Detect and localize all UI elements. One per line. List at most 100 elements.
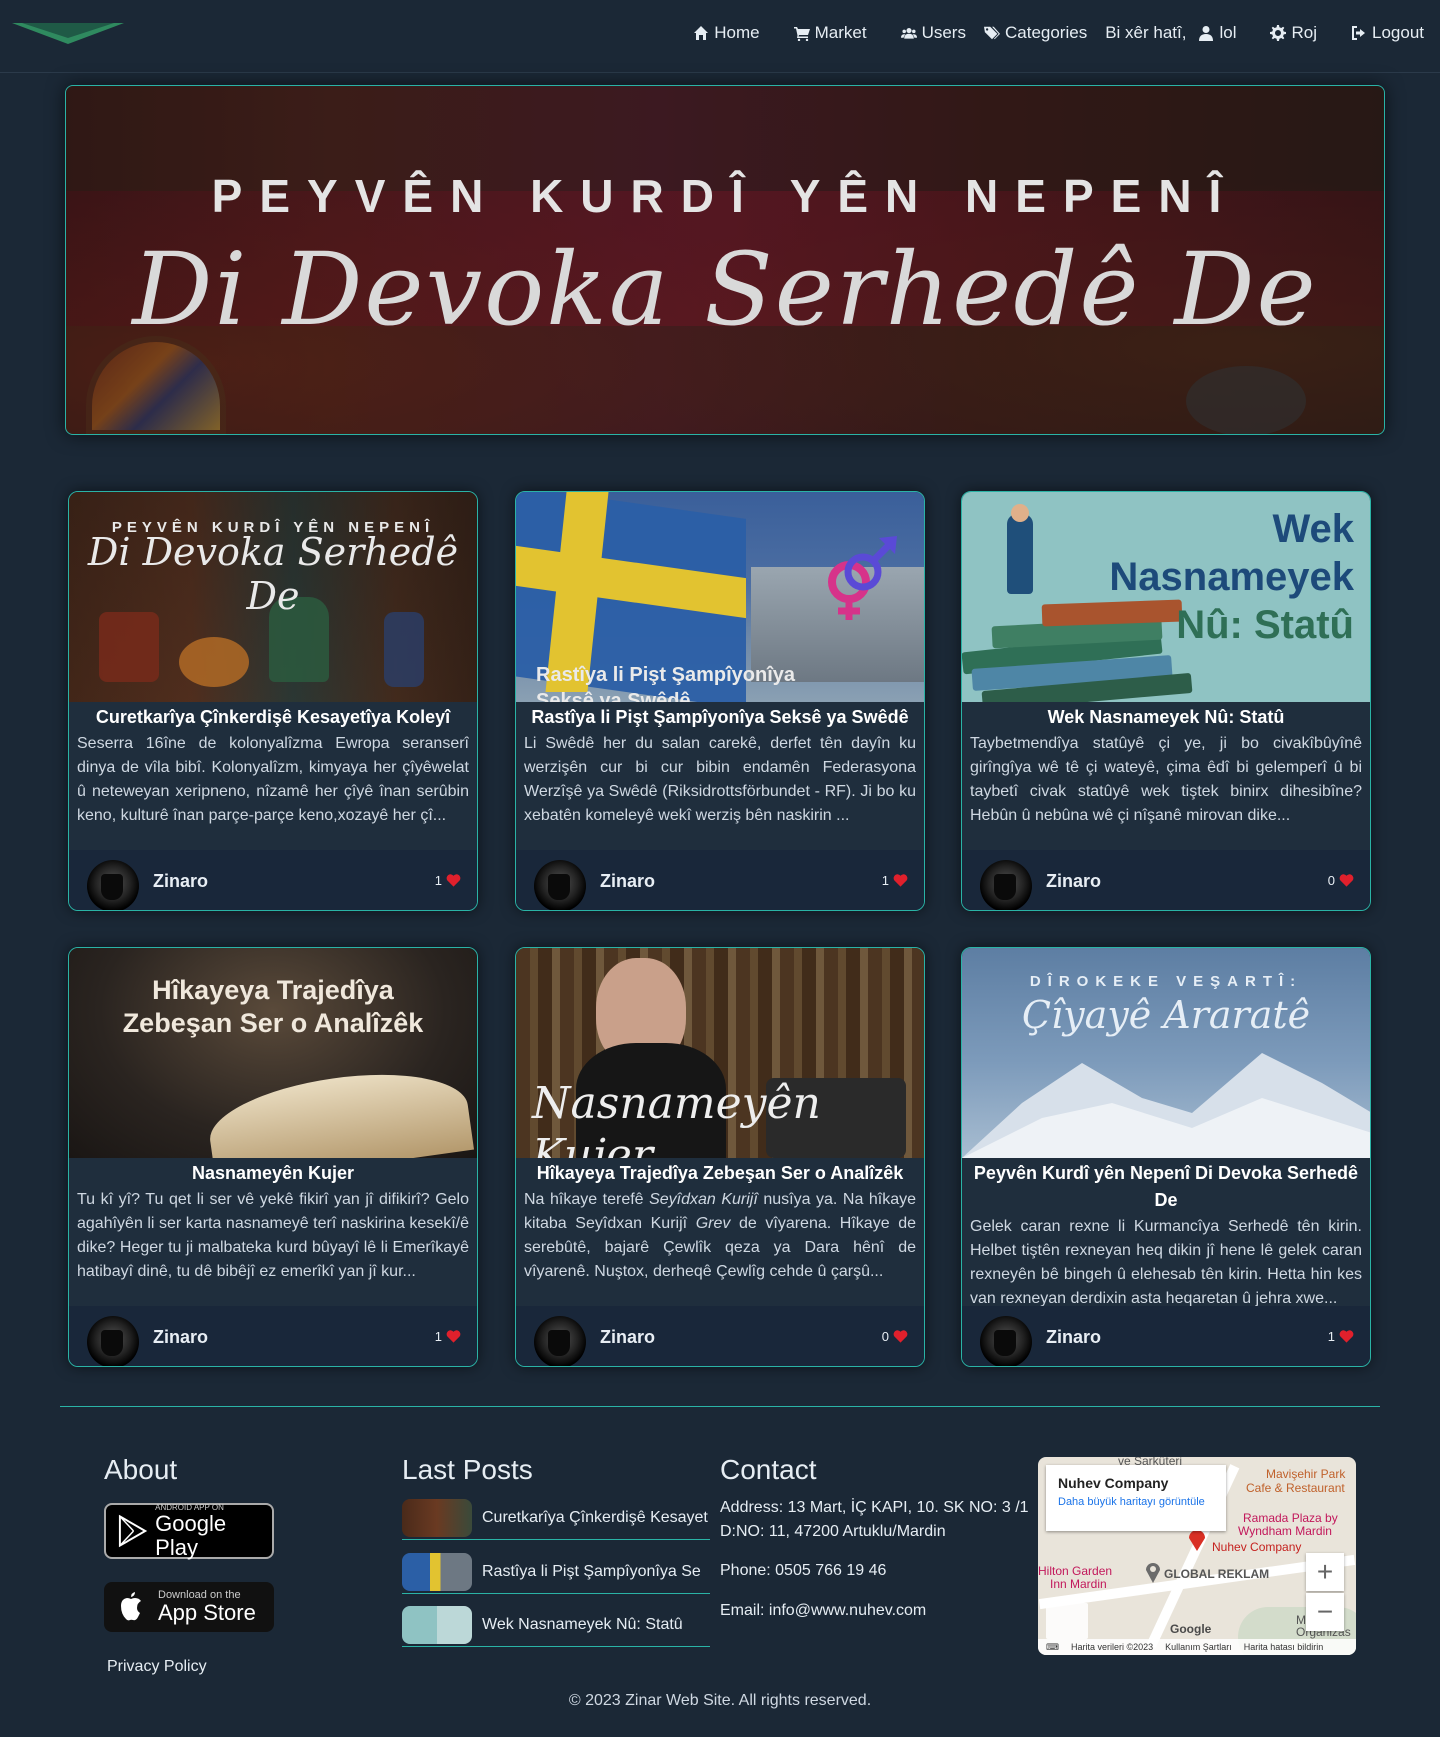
- card-image-script: Kujer: [532, 1130, 653, 1158]
- last-post-item[interactable]: Rastîya li Pişt Şampîyonîya Se: [402, 1550, 710, 1594]
- map-terms-link[interactable]: Kullanım Şartları: [1165, 1642, 1232, 1652]
- card-image-caption: Hîkayeya Trajedîya: [152, 975, 394, 1005]
- post-title[interactable]: Nasnameyên Kujer: [69, 1160, 477, 1187]
- gear-icon: [1270, 25, 1287, 41]
- post-excerpt: Na hîkaye terefê Seyîdxan Kurijî nusîya …: [524, 1188, 916, 1284]
- post-author[interactable]: Zinaro: [1046, 871, 1101, 892]
- nav-market[interactable]: Market: [793, 23, 867, 43]
- map-report-link[interactable]: Harita hatası bildirin: [1244, 1642, 1324, 1652]
- post-excerpt: Gelek caran rexne li Kurmancîya Serhedê …: [970, 1218, 1362, 1307]
- privacy-policy-link[interactable]: Privacy Policy: [107, 1658, 207, 1676]
- google-play-icon: [118, 1514, 148, 1548]
- decoration: [179, 637, 249, 687]
- like-count: 0: [881, 1328, 889, 1344]
- post-card-image[interactable]: Rastîya li Pişt Şampîyonîya Seksê ya Swê…: [516, 492, 924, 702]
- tags-icon: [983, 26, 1000, 40]
- post-card-image[interactable]: PEYVÊN KURDÎ YÊN NEPENÎ Di Devoka Serhed…: [69, 492, 477, 702]
- post-author[interactable]: Zinaro: [153, 871, 208, 892]
- nav-logout-label: Logout: [1372, 23, 1424, 42]
- post-card-image[interactable]: Wek Nasnameyek Nû: Statû: [962, 492, 1370, 702]
- nav-day-label: Roj: [1291, 23, 1317, 42]
- like-count: 1: [881, 872, 889, 888]
- last-post-item[interactable]: Curetkarîya Çînkerdişê Kesayet: [402, 1496, 710, 1540]
- post-title[interactable]: Peyvên Kurdî yên Nepenî Di Devoka Serhed…: [962, 1160, 1370, 1214]
- like-button[interactable]: 0: [1328, 873, 1354, 888]
- post-card[interactable]: Wek Nasnameyek Nû: Statû Wek Nasnameyek …: [961, 491, 1371, 911]
- hero-banner: PEYVÊN KURDÎ YÊN NEPENÎ Di Devoka Serhed…: [65, 85, 1385, 435]
- post-card-image[interactable]: Nasnameyên Kujer: [516, 948, 924, 1158]
- nav-categories[interactable]: Categories: [983, 23, 1087, 43]
- heart-icon: [446, 874, 461, 887]
- post-card-image[interactable]: DÎROKEKE VEŞARTÎ: Çîyayê Araratê: [962, 948, 1370, 1158]
- contact-email[interactable]: Email: info@www.nuhev.com: [720, 1599, 1030, 1623]
- zoom-out-button[interactable]: −: [1306, 1593, 1344, 1631]
- card-image-caption: Rastîya li Pişt Şampîyonîya: [536, 664, 795, 686]
- post-footer: Zinaro 1: [962, 1306, 1370, 1366]
- like-count: 0: [1327, 872, 1335, 888]
- avatar[interactable]: [87, 1316, 139, 1366]
- post-card[interactable]: Nasnameyên Kujer Hîkayeya Trajedîya Zebe…: [515, 947, 925, 1367]
- like-button[interactable]: 1: [1328, 1329, 1354, 1344]
- site-logo[interactable]: [12, 20, 124, 50]
- post-title[interactable]: Hîkayeya Trajedîya Zebeşan Ser o Analîzê…: [516, 1160, 924, 1187]
- avatar[interactable]: [980, 860, 1032, 910]
- post-title[interactable]: Rastîya li Pişt Şampîyonîya Seksê ya Swê…: [516, 704, 924, 731]
- last-post-thumbnail: [402, 1552, 472, 1591]
- welcome-label: Bi xêr hatî,: [1105, 23, 1187, 42]
- post-card[interactable]: DÎROKEKE VEŞARTÎ: Çîyayê Araratê Peyvên …: [961, 947, 1371, 1367]
- post-author[interactable]: Zinaro: [600, 871, 655, 892]
- avatar[interactable]: [980, 1316, 1032, 1366]
- zoom-in-button[interactable]: +: [1306, 1553, 1344, 1591]
- avatar[interactable]: [87, 860, 139, 910]
- post-excerpt: Seserra 16îne de kolonyalîzma Ewropa ser…: [77, 735, 469, 824]
- map-label: Nuhev Company: [1212, 1540, 1302, 1554]
- map-attribution: Harita verileri ©2023: [1071, 1642, 1154, 1652]
- like-button[interactable]: 1: [882, 873, 908, 888]
- map-type-toggle[interactable]: [1046, 1603, 1088, 1639]
- app-store-badge[interactable]: Download on the App Store: [104, 1582, 274, 1632]
- nav-logout[interactable]: Logout: [1351, 23, 1424, 43]
- avatar[interactable]: [534, 860, 586, 910]
- nav-market-label: Market: [814, 23, 867, 42]
- post-author[interactable]: Zinaro: [600, 1327, 655, 1348]
- like-button[interactable]: 1: [435, 873, 461, 888]
- footer-divider: [60, 1406, 1380, 1407]
- person-figure: [1007, 514, 1033, 594]
- nav-home[interactable]: Home: [693, 23, 760, 43]
- card-image-caption: Nû: Statû: [1176, 603, 1354, 647]
- map-label: Cafe & Restaurant: [1246, 1481, 1345, 1495]
- welcome-text: Bi xêr hatî,: [1105, 23, 1186, 43]
- post-card[interactable]: PEYVÊN KURDÎ YÊN NEPENÎ Di Devoka Serhed…: [68, 491, 478, 911]
- like-button[interactable]: 0: [882, 1329, 908, 1344]
- card-image-caption: Zebeşan Ser o Analîzêk: [122, 1008, 424, 1038]
- navbar: Home Market Users Categories Bi xêr hatî…: [0, 0, 1440, 73]
- post-card[interactable]: Rastîya li Pişt Şampîyonîya Seksê ya Swê…: [515, 491, 925, 911]
- like-button[interactable]: 1: [435, 1329, 461, 1344]
- heart-icon: [1339, 1330, 1354, 1343]
- map-pin-icon: [1146, 1563, 1160, 1583]
- post-card-image[interactable]: Hîkayeya Trajedîya Zebeşan Ser o Analîzê…: [69, 948, 477, 1158]
- nav-users-label: Users: [921, 23, 966, 42]
- post-author[interactable]: Zinaro: [153, 1327, 208, 1348]
- contact-phone[interactable]: Phone: 0505 766 19 46: [720, 1559, 1030, 1583]
- avatar[interactable]: [534, 1316, 586, 1366]
- map-label: Inn Mardin: [1050, 1577, 1107, 1591]
- mountain-decoration: [962, 1053, 1370, 1158]
- post-title[interactable]: Wek Nasnameyek Nû: Statû: [962, 704, 1370, 731]
- google-play-badge[interactable]: ANDROID APP ON Google Play: [104, 1503, 274, 1559]
- last-post-item[interactable]: Wek Nasnameyek Nû: Statû: [402, 1603, 710, 1647]
- google-map[interactable]: ve Şarküteri Mavişehir Park Cafe & Resta…: [1038, 1457, 1356, 1655]
- card-image-script: Di Devoka Serhedê De: [87, 530, 459, 618]
- nav-user[interactable]: lol: [1198, 23, 1236, 43]
- location-pin-icon[interactable]: [1186, 1529, 1208, 1551]
- nav-day[interactable]: Roj: [1270, 23, 1317, 43]
- post-author[interactable]: Zinaro: [1046, 1327, 1101, 1348]
- post-title[interactable]: Curetkarîya Çînkerdişê Kesayetîya Koleyî: [69, 704, 477, 731]
- like-count: 1: [1327, 1328, 1335, 1344]
- about-heading: About: [104, 1454, 178, 1485]
- post-card[interactable]: Hîkayeya Trajedîya Zebeşan Ser o Analîzê…: [68, 947, 478, 1367]
- nav-users[interactable]: Users: [900, 23, 966, 43]
- map-larger-link[interactable]: Daha büyük haritayı görüntüle: [1058, 1495, 1214, 1509]
- like-count: 1: [434, 1328, 442, 1344]
- app-store-label: App Store: [158, 1600, 256, 1625]
